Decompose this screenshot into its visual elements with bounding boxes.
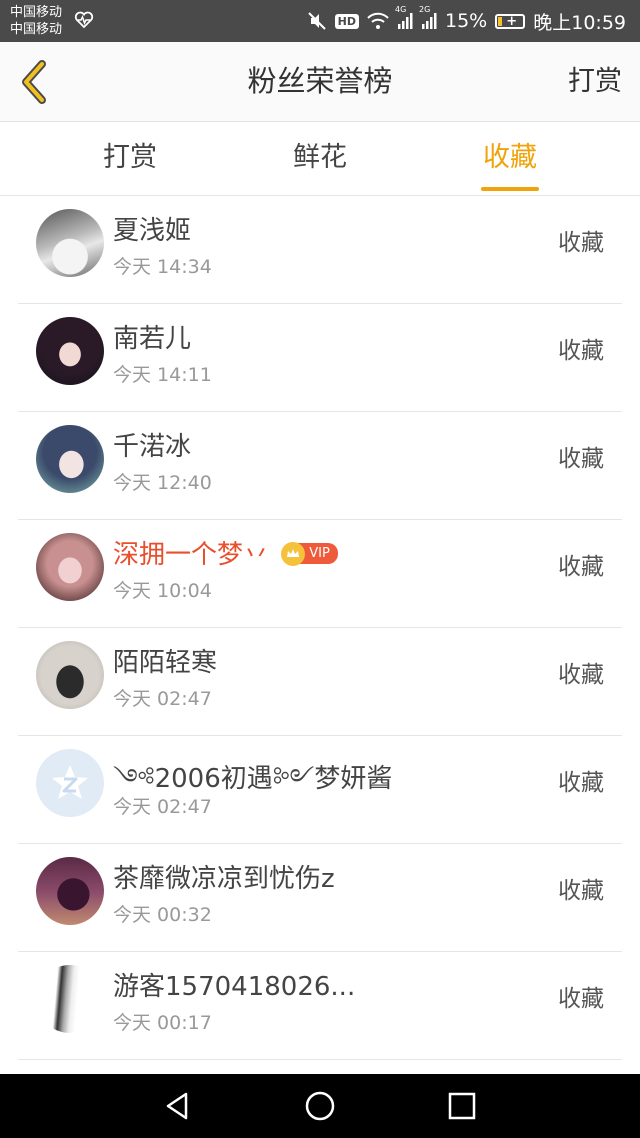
carrier-2: 中国移动	[10, 22, 63, 37]
action-label: 收藏	[558, 878, 604, 904]
battery-icon: +	[495, 13, 526, 29]
wifi-icon	[367, 12, 389, 29]
timestamp: 今天 10:04	[113, 580, 212, 602]
user-name: 千渃冰	[113, 432, 192, 462]
timestamp: 今天 00:17	[113, 1012, 212, 1034]
default-qq-avatar-icon	[52, 765, 88, 799]
user-name: 深拥一个梦丷 VIP	[113, 534, 338, 571]
active-tab-indicator	[481, 187, 539, 191]
avatar[interactable]	[36, 965, 104, 1033]
timestamp: 今天 02:47	[113, 688, 212, 710]
clock: 晚上10:59	[533, 11, 626, 34]
avatar[interactable]	[36, 749, 104, 817]
user-name: 茶靡微凉凉到忧伤z	[113, 864, 335, 894]
action-label: 收藏	[558, 338, 604, 364]
avatar[interactable]	[36, 533, 104, 601]
tab-reward[interactable]: 打赏	[60, 122, 200, 195]
system-nav-bar	[0, 1074, 640, 1138]
user-name-text: 深拥一个梦丷	[113, 540, 270, 570]
action-label: 收藏	[558, 770, 604, 796]
action-label: 收藏	[558, 662, 604, 688]
list-item[interactable]: 南若儿 今天 14:11 收藏	[0, 304, 640, 412]
list-item[interactable]: 千渃冰 今天 12:40 收藏	[0, 412, 640, 520]
avatar[interactable]	[36, 641, 104, 709]
health-heart-icon	[74, 11, 94, 29]
avatar[interactable]	[36, 317, 104, 385]
mute-icon	[307, 12, 326, 30]
action-label: 收藏	[558, 230, 604, 256]
tab-flowers[interactable]: 鲜花	[250, 122, 390, 195]
reward-button[interactable]: 打赏	[568, 42, 622, 121]
tab-favorites-label: 收藏	[483, 142, 537, 173]
timestamp: 今天 02:47	[113, 796, 212, 818]
action-label: 收藏	[558, 446, 604, 472]
list-item[interactable]: 陌陌轻寒 今天 02:47 收藏	[0, 628, 640, 736]
user-name: 夏浅姬	[113, 216, 192, 246]
crown-icon	[281, 541, 306, 566]
avatar[interactable]	[36, 425, 104, 493]
charging-icon: +	[506, 13, 518, 29]
nav-recents-icon[interactable]	[446, 1090, 478, 1122]
user-name: 陌陌轻寒	[113, 648, 218, 678]
nav-back-icon[interactable]	[162, 1090, 194, 1122]
carrier-info: 中国移动 中国移动	[10, 4, 62, 38]
battery-percent: 15%	[445, 10, 488, 32]
avatar[interactable]	[36, 209, 104, 277]
fan-list: 夏浅姬 今天 14:34 收藏 南若儿 今天 14:11 收藏 千渃冰 今天 1…	[0, 196, 640, 1060]
tab-favorites[interactable]: 收藏	[440, 122, 580, 195]
list-item[interactable]: 深拥一个梦丷 VIP 今天 10:04 收藏	[0, 520, 640, 628]
app-header: 粉丝荣誉榜 打赏	[0, 42, 640, 122]
hd-icon: HD	[334, 13, 359, 29]
tab-reward-label: 打赏	[103, 142, 157, 173]
status-icons: HD 4G 2G 15% + 晚上10:59	[307, 0, 626, 42]
list-item[interactable]: 茶靡微凉凉到忧伤z 今天 00:32 收藏	[0, 844, 640, 952]
timestamp: 今天 12:40	[113, 472, 212, 494]
tab-bar: 打赏 鲜花 收藏	[0, 122, 640, 196]
list-item[interactable]: ༺2006初遇༻梦妍酱 今天 02:47 收藏	[0, 736, 640, 844]
action-label: 收藏	[558, 554, 604, 580]
signal-1-icon: 4G	[395, 5, 413, 29]
divider	[18, 1059, 622, 1060]
avatar[interactable]	[36, 857, 104, 925]
battery-level	[498, 16, 503, 26]
signal-2-icon: 2G	[419, 5, 437, 29]
carrier-1: 中国移动	[10, 5, 63, 20]
status-bar: 中国移动 中国移动 HD 4G 2G 15% + 晚上10:59	[0, 0, 640, 42]
user-name: 游客1570418026...	[113, 972, 356, 1002]
action-label: 收藏	[558, 986, 604, 1012]
vip-badge: VIP	[281, 541, 338, 566]
list-item[interactable]: 夏浅姬 今天 14:34 收藏	[0, 196, 640, 304]
tab-flowers-label: 鲜花	[293, 142, 347, 173]
timestamp: 今天 14:34	[113, 256, 212, 278]
user-name: 南若儿	[113, 324, 192, 354]
page-title: 粉丝荣誉榜	[247, 64, 393, 98]
timestamp: 今天 00:32	[113, 904, 212, 926]
list-item[interactable]: 游客1570418026... 今天 00:17 收藏	[0, 952, 640, 1060]
timestamp: 今天 14:11	[113, 364, 212, 386]
nav-home-icon[interactable]	[304, 1090, 336, 1122]
